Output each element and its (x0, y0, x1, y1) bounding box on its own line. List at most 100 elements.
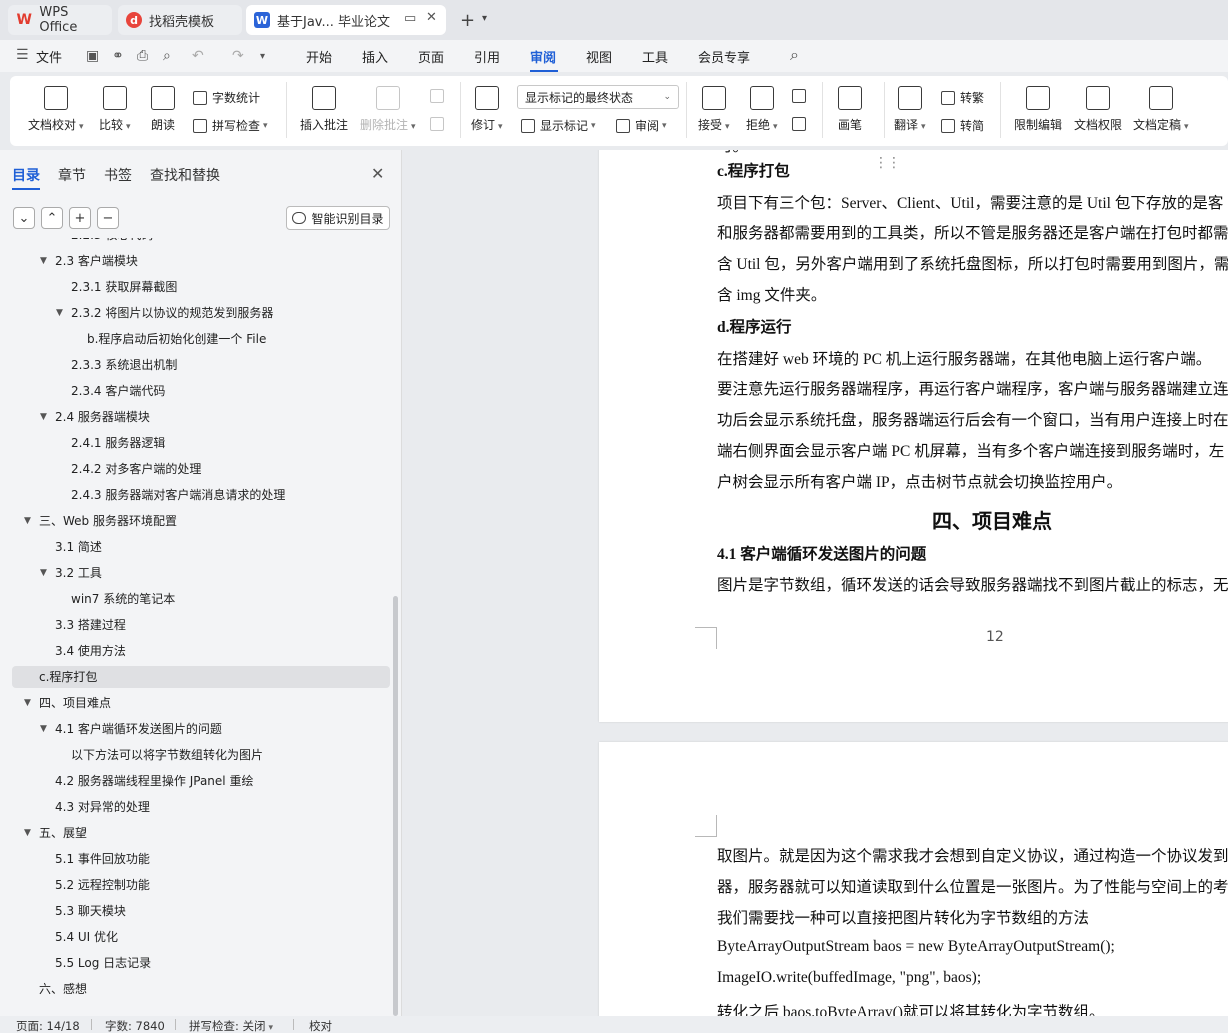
redo-icon[interactable]: ↷ (232, 48, 244, 64)
insert-comment-button[interactable]: 插入批注 (300, 86, 348, 133)
toc-item[interactable]: b.程序启动后初始化创建一个 File (12, 328, 390, 350)
menu-tab-insert[interactable]: 插入 (362, 47, 388, 66)
toc-item[interactable]: 以下方法可以将字节数组转化为图片 (12, 744, 390, 766)
menu-tab-member[interactable]: 会员专享 (698, 47, 750, 66)
menu-tab-review[interactable]: 审阅 (530, 47, 556, 66)
drag-handle-icon[interactable]: ⋮⋮ (874, 156, 901, 170)
collapse-all-icon[interactable]: ⌄ (13, 207, 35, 229)
toc-item[interactable]: ▼ 三、Web 服务器环境配置 (12, 510, 390, 532)
previous-change-button[interactable] (792, 89, 811, 103)
save-icon[interactable]: ▣ (86, 48, 99, 64)
expand-toggle-icon[interactable]: ▼ (56, 302, 63, 324)
nav-tab-bookmarks[interactable]: 书签 (104, 165, 132, 185)
toc-item[interactable]: 2.3.3 系统退出机制 (12, 354, 390, 376)
expand-toggle-icon[interactable]: ▼ (40, 406, 47, 428)
toc-item[interactable]: c.程序打包 (12, 666, 390, 688)
to-traditional-button[interactable]: 转繁 (941, 89, 984, 106)
toc-item[interactable]: 2.3.4 客户端代码 (12, 380, 390, 402)
restrict-edit-button[interactable]: 限制编辑 (1014, 86, 1062, 133)
undo-icon[interactable]: ↶ (192, 48, 204, 64)
page-indicator[interactable]: 页面: 14/18 (16, 1018, 80, 1033)
next-comment-button[interactable] (430, 117, 449, 131)
toc-item[interactable]: 4.2 服务器端线程里操作 JPanel 重绘 (12, 770, 390, 792)
toc-item[interactable]: ▼ 四、项目难点 (12, 692, 390, 714)
spell-check-button[interactable]: 拼写检查 ▾ (193, 117, 268, 134)
nav-tab-find-replace[interactable]: 查找和替换 (150, 165, 220, 185)
track-changes-button[interactable]: 修订 ▾ (471, 86, 503, 133)
toc-item[interactable]: 4.3 对异常的处理 (12, 796, 390, 818)
toc-item[interactable]: 2.4.3 服务器端对客户端消息请求的处理 (12, 484, 390, 506)
toc-item[interactable]: 2.4.2 对多客户端的处理 (12, 458, 390, 480)
toc-item[interactable]: ▼ 4.1 客户端循环发送图片的问题 (12, 718, 390, 740)
previous-comment-button[interactable] (430, 89, 449, 103)
toc-item[interactable]: 5.2 远程控制功能 (12, 874, 390, 896)
add-heading-icon[interactable]: + (69, 207, 91, 229)
share-icon[interactable]: ⚭ (112, 48, 124, 64)
expand-toggle-icon[interactable]: ▼ (40, 250, 47, 272)
toc-item[interactable]: 3.4 使用方法 (12, 640, 390, 662)
expand-toggle-icon[interactable]: ▼ (40, 562, 47, 584)
toc-item[interactable]: 六、感想 (12, 978, 390, 1000)
search-icon[interactable]: ⌕ (790, 45, 799, 65)
print-icon[interactable]: ⎙ (137, 48, 148, 64)
expand-toggle-icon[interactable]: ▼ (40, 718, 47, 740)
remove-heading-icon[interactable]: − (97, 207, 119, 229)
toc-item[interactable]: 3.3 搭建过程 (12, 614, 390, 636)
accept-button[interactable]: 接受 ▾ (698, 86, 730, 133)
nav-tab-chapters[interactable]: 章节 (58, 165, 86, 185)
next-change-button[interactable] (792, 117, 811, 131)
quick-access-more-icon[interactable]: ▾ (260, 51, 265, 62)
menu-tab-tools[interactable]: 工具 (642, 47, 668, 66)
menu-file[interactable]: 文件 (36, 47, 62, 66)
toc-item[interactable]: win7 系统的笔记本 (12, 588, 390, 610)
toc-item[interactable]: ▼ 2.3 客户端模块 (12, 250, 390, 272)
spell-check-status[interactable]: 拼写检查: 关闭 ▾ (189, 1018, 273, 1033)
chevron-down-icon[interactable]: ▾ (482, 13, 487, 24)
tab-docer-templates[interactable]: d 找稻壳模板 (118, 5, 242, 35)
expand-toggle-icon[interactable]: ▼ (24, 692, 31, 714)
tab-wps-office[interactable]: W WPS Office (8, 5, 112, 35)
expand-toggle-icon[interactable]: ▼ (24, 822, 31, 844)
pen-button[interactable]: 画笔 (838, 86, 862, 133)
new-tab-icon[interactable]: + (460, 10, 475, 31)
doc-check-button[interactable]: 文档校对 ▾ (28, 86, 84, 133)
hamburger-menu-icon[interactable]: ☰ (16, 47, 29, 63)
to-simplified-button[interactable]: 转简 (941, 117, 984, 134)
menu-tab-references[interactable]: 引用 (474, 47, 500, 66)
smart-toc-button[interactable]: 智能识别目录 (286, 206, 390, 230)
toc-item[interactable]: 2.4.1 服务器逻辑 (12, 432, 390, 454)
print-preview-icon[interactable]: ⌕ (163, 48, 171, 64)
menu-tab-home[interactable]: 开始 (306, 47, 332, 66)
tab-current-document[interactable]: W 基于Jav... 毕业论文 ▭ ✕ (246, 5, 446, 35)
toc-item[interactable]: 2.3.1 获取屏幕截图 (12, 276, 390, 298)
menu-tab-view[interactable]: 视图 (586, 47, 612, 66)
toc-item[interactable]: 5.3 聊天模块 (12, 900, 390, 922)
toc-item[interactable]: 5.5 Log 日志记录 (12, 952, 390, 974)
document-canvas[interactable]: 可。 ⋮⋮ c.程序打包项目下有三个包：Server、Client、Util，需… (403, 150, 1228, 1016)
toc-scrollbar[interactable] (393, 596, 398, 1016)
document-page[interactable]: 可。 ⋮⋮ c.程序打包项目下有三个包：Server、Client、Util，需… (599, 150, 1228, 722)
read-aloud-button[interactable]: 朗读 (151, 86, 175, 133)
expand-toggle-icon[interactable]: ▼ (24, 510, 31, 532)
doc-permission-button[interactable]: 文档权限 (1074, 86, 1122, 133)
toc-item[interactable]: 5.4 UI 优化 (12, 926, 390, 948)
show-markup-button[interactable]: 显示标记 ▾ (521, 117, 596, 134)
translate-button[interactable]: 翻译 ▾ (894, 86, 926, 133)
toc-item[interactable]: 2.2.3 核心代码 (12, 238, 390, 246)
nav-tab-toc[interactable]: 目录 (12, 165, 40, 185)
markup-state-dropdown[interactable]: 显示标记的最终状态 ⌄ (517, 85, 679, 109)
toc-item[interactable]: ▼ 3.2 工具 (12, 562, 390, 584)
review-pane-button[interactable]: 审阅 ▾ (616, 117, 667, 134)
proofread-status[interactable]: 校对 (309, 1018, 332, 1033)
delete-comment-button[interactable]: 删除批注 ▾ (360, 86, 416, 133)
toc-item[interactable]: ▼ 五、展望 (12, 822, 390, 844)
compare-button[interactable]: 比较 ▾ (99, 86, 131, 133)
close-icon[interactable]: ✕ (371, 164, 384, 183)
document-page[interactable]: 取图片。就是因为这个需求我才会想到自定义协议，通过构造一个协议发到 器，服务器就可… (599, 742, 1228, 1016)
toc-item[interactable]: 5.1 事件回放功能 (12, 848, 390, 870)
word-count-button[interactable]: 字数统计 (193, 89, 260, 106)
toc-item[interactable]: 3.1 简述 (12, 536, 390, 558)
toc-item[interactable]: ▼ 2.4 服务器端模块 (12, 406, 390, 428)
finalize-button[interactable]: 文档定稿 ▾ (1133, 86, 1189, 133)
toc-item[interactable]: ▼ 2.3.2 将图片以协议的规范发到服务器 (12, 302, 390, 324)
